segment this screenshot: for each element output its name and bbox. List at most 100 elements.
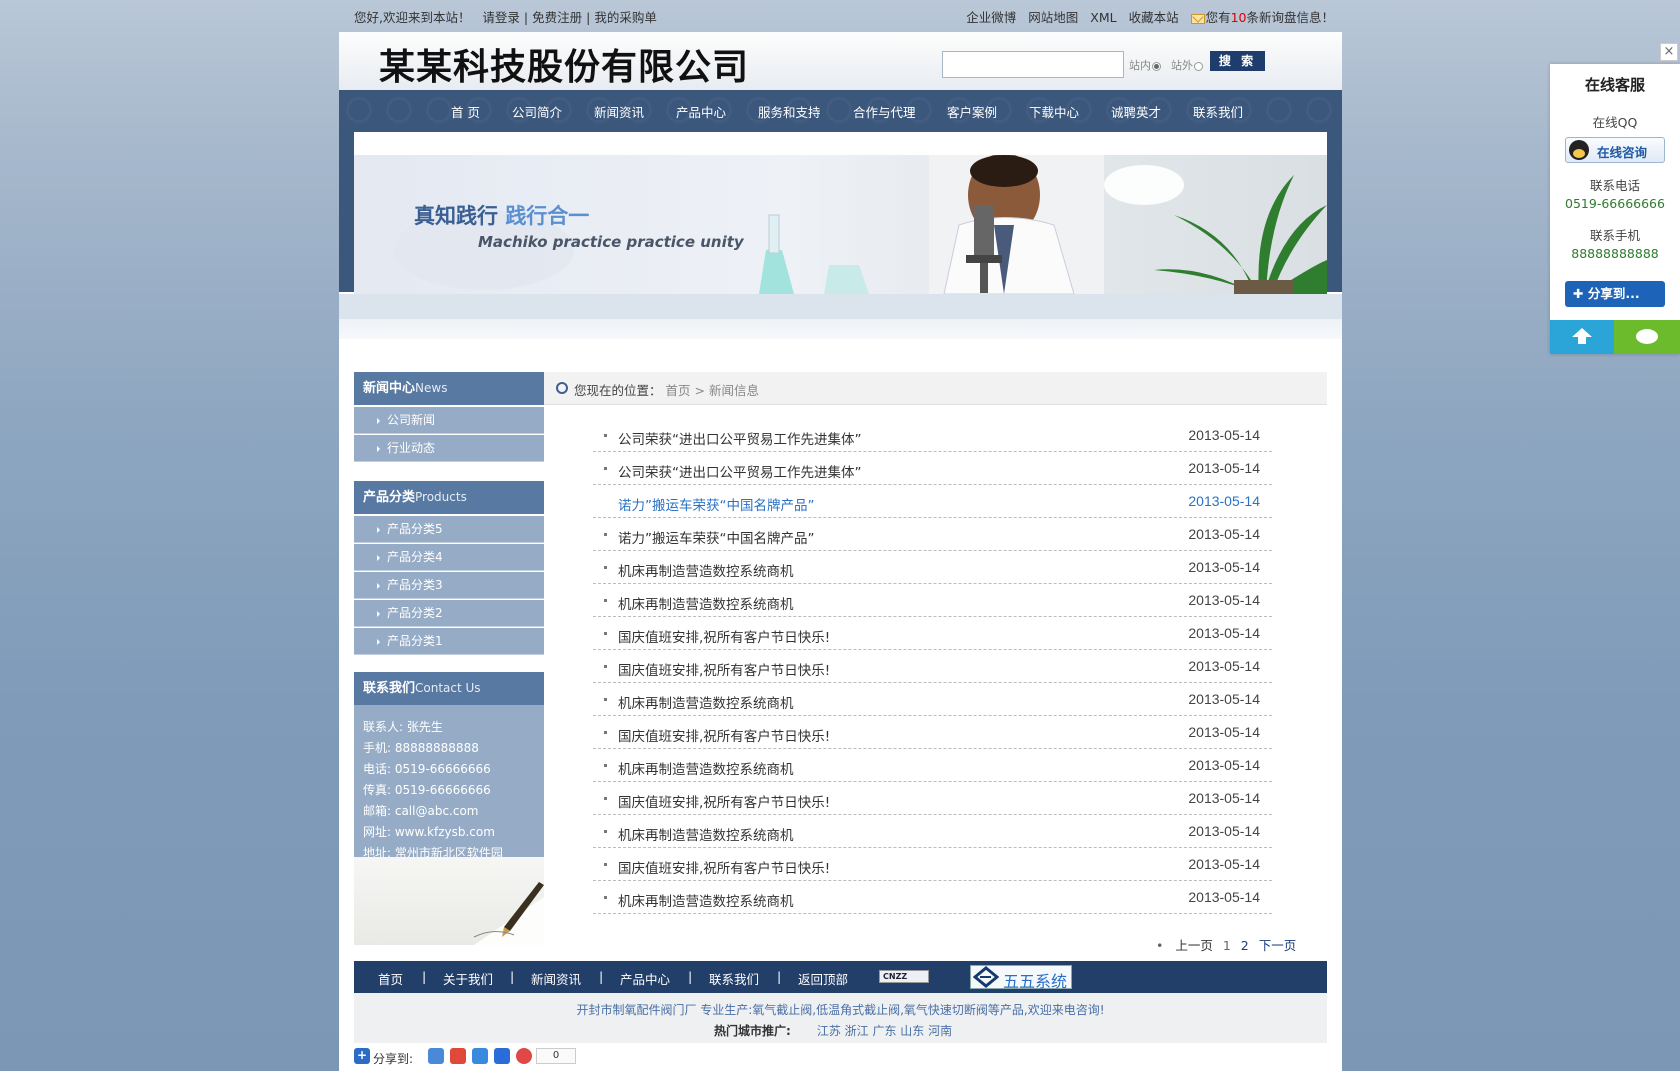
radio-external[interactable]: 站外 [1171,57,1203,73]
login-link[interactable]: 请登录 [482,10,520,25]
nav-partner[interactable]: 合作与代理 [853,102,916,121]
nav-download[interactable]: 下载中心 [1029,102,1079,121]
product-category-heading: 产品分类Products [354,481,544,514]
footer-link-products[interactable]: 产品中心 [620,969,670,988]
sidebar-item-product-3[interactable]: 产品分类3 [354,572,544,599]
sidebar-item-product-1[interactable]: 产品分类1 [354,628,544,655]
news-row[interactable]: 诺力”搬运车荣获“中国名牌产品” 2013-05-14 [593,518,1272,551]
news-row[interactable]: 机床再制造营造数控系统商机 2013-05-14 [593,881,1272,914]
breadcrumb-home[interactable]: 首页 [666,383,691,398]
phone-label: 联系电话 [1589,178,1640,193]
chat-bubble-icon[interactable] [1614,320,1680,354]
share-plus-icon[interactable]: + [354,1048,370,1064]
qq-label: 在线QQ [1592,115,1638,130]
footer-link-about[interactable]: 关于我们 [443,969,493,988]
sidebar-item-industry-news[interactable]: 行业动态 [354,435,544,462]
contact-email[interactable]: 邮箱: call@abc.com [363,801,544,822]
renren-icon[interactable] [494,1048,510,1064]
nav-careers[interactable]: 诚聘英才 [1111,102,1161,121]
inquiry-link[interactable]: 您有10条新询盘信息！ [1190,10,1334,25]
news-row[interactable]: 机床再制造营造数控系统商机 2013-05-14 [593,815,1272,848]
qzone-icon[interactable] [428,1048,444,1064]
prev-page-link[interactable]: 上一页 [1175,938,1213,953]
radio-external-label: 站外 [1171,59,1193,72]
nav-cases[interactable]: 客户案例 [947,102,997,121]
hot-cities: 热门城市推广: 江苏 浙江 广东 山东 河南 [714,1024,953,1038]
banner-image: 真知践行 践行合一 Machiko practice practice unit… [354,155,1327,294]
footer-link-home[interactable]: 首页 [378,969,403,988]
pagination: • 上一页 1 2 下一页 [1156,938,1297,953]
sitemap-link[interactable]: 网站地图 [1028,10,1078,25]
news-row[interactable]: 机床再制造营造数控系统商机 2013-05-14 [593,683,1272,716]
next-page-link[interactable]: 下一页 [1259,938,1297,953]
phone-number: 0519-66666666 [1565,196,1665,211]
tencent-weibo-icon[interactable] [472,1048,488,1064]
contact-fax: 传真: 0519-66666666 [363,783,491,797]
weibo-link[interactable]: 企业微博 [966,10,1016,25]
qq-consult-button[interactable]: 在线咨询 [1565,137,1665,163]
system-badge[interactable]: 五五系统 [970,965,1072,991]
banner-subtitle: Machiko practice practice unity [478,233,744,251]
news-row[interactable]: 国庆值班安排,祝所有客户节日快乐! 2013-05-14 [593,782,1272,815]
back-to-top-icon[interactable] [1550,320,1614,354]
radio-button-icon[interactable] [1152,61,1161,71]
share-count: 0 [536,1048,576,1064]
news-row[interactable]: 公司荣获“进出口公平贸易工作先进集体” 2013-05-14 [593,452,1272,485]
xml-link[interactable]: XML [1090,10,1116,25]
close-icon[interactable]: × [1660,43,1678,61]
news-center-heading: 新闻中心News [354,372,544,405]
breadcrumb: 您现在的位置： 首页 > 新闻信息 [544,372,1327,405]
main-nav: 首 页 公司简介 新闻资讯 产品中心 服务和支持 合作与代理 客户案例 下载中心… [339,90,1342,130]
sidebar-item-product-4[interactable]: 产品分类4 [354,544,544,571]
footer-link-news[interactable]: 新闻资讯 [531,969,581,988]
share-bar: + 分享到: 0 [354,1048,654,1070]
page-1-link[interactable]: 1 [1223,938,1231,953]
sidebar-item-product-5[interactable]: 产品分类5 [354,516,544,543]
douban-icon[interactable] [516,1048,532,1064]
nav-contact[interactable]: 联系我们 [1193,102,1243,121]
contact-info: 联系人: 张先生 手机: 88888888888 电话: 0519-666666… [354,705,544,860]
share-button[interactable]: ✚ 分享到... [1565,281,1665,307]
mobile-label: 联系手机 [1589,228,1640,243]
contact-website[interactable]: 网址: www.kfzysb.com [363,822,544,843]
contact-person: 联系人: 张先生 [363,720,443,734]
radio-site-label: 站内 [1129,59,1151,72]
footer-link-top[interactable]: 返回顶部 [798,969,848,988]
news-row[interactable]: 国庆值班安排,祝所有客户节日快乐! 2013-05-14 [593,716,1272,749]
nav-service[interactable]: 服务和支持 [758,102,821,121]
page-2-link[interactable]: 2 [1241,938,1249,953]
nav-news[interactable]: 新闻资讯 [594,102,644,121]
contact-mobile: 手机: 88888888888 [363,741,479,755]
location-icon [556,382,568,394]
company-logo-text[interactable]: 某某科技股份有限公司 [379,38,749,90]
search-input[interactable] [942,51,1124,78]
decor-band [339,319,1342,339]
news-row[interactable]: 国庆值班安排,祝所有客户节日快乐! 2013-05-14 [593,848,1272,881]
cart-link[interactable]: 我的采购单 [594,10,657,25]
news-row[interactable]: 国庆值班安排,祝所有客户节日快乐! 2013-05-14 [593,617,1272,650]
nav-about[interactable]: 公司简介 [512,102,562,121]
news-row[interactable]: 机床再制造营造数控系统商机 2013-05-14 [593,551,1272,584]
nav-home[interactable]: 首 页 [451,102,480,121]
radio-button-icon[interactable] [1194,61,1203,71]
footer-link-contact[interactable]: 联系我们 [709,969,759,988]
share-label[interactable]: 分享到: [373,1050,413,1067]
radio-site[interactable]: 站内 [1129,57,1161,73]
cnzz-stats-badge[interactable]: CNZZ [879,970,929,983]
sidebar-item-product-2[interactable]: 产品分类2 [354,600,544,627]
news-row[interactable]: 公司荣获“进出口公平贸易工作先进集体” 2013-05-14 [593,419,1272,452]
news-row[interactable]: 诺力”搬运车荣获“中国名牌产品” 2013-05-14 [593,485,1272,518]
search-button[interactable]: 搜 索 [1210,51,1265,71]
top-bar: 您好,欢迎来到本站！ 请登录 | 免费注册 | 我的采购单 企业微博 网站地图 … [339,0,1344,30]
news-row[interactable]: 国庆值班安排,祝所有客户节日快乐! 2013-05-14 [593,650,1272,683]
separator: | [586,10,591,25]
sidebar-item-company-news[interactable]: 公司新闻 [354,407,544,434]
nav-products[interactable]: 产品中心 [676,102,726,121]
separator: | [523,10,529,25]
register-link[interactable]: 免费注册 [532,10,582,25]
news-row[interactable]: 机床再制造营造数控系统商机 2013-05-14 [593,749,1272,782]
news-row[interactable]: 机床再制造营造数控系统商机 2013-05-14 [593,584,1272,617]
bookmark-link[interactable]: 收藏本站 [1129,10,1179,25]
banner-slogan: 真知践行 践行合一 [414,204,590,228]
weibo-icon[interactable] [450,1048,466,1064]
